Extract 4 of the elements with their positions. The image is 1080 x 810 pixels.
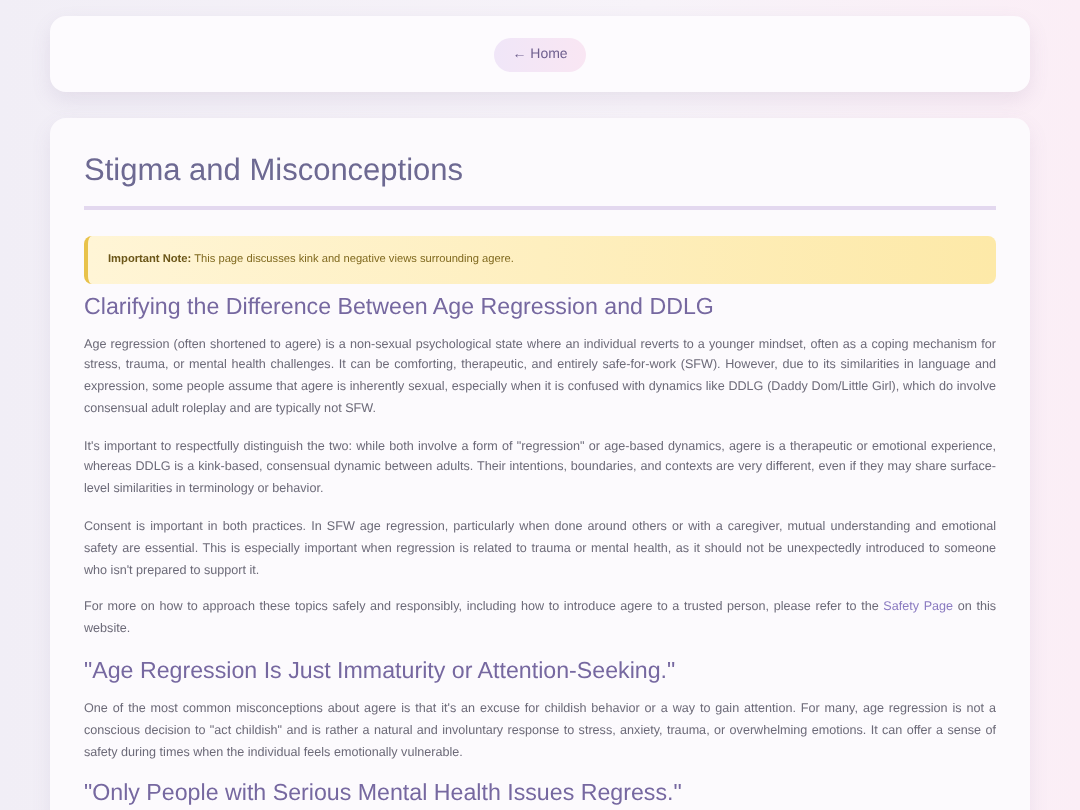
page-title: Stigma and Misconceptions <box>84 154 466 190</box>
section-heading: "Age Regression Is Just Immaturity or Attention-Seeking." <box>84 658 678 685</box>
section-heading: Clarifying the Difference Between Age Regression and DDLG <box>84 293 716 319</box>
section-heading: "Only People with Serious Mental Health Issues Regress." <box>84 780 684 807</box>
